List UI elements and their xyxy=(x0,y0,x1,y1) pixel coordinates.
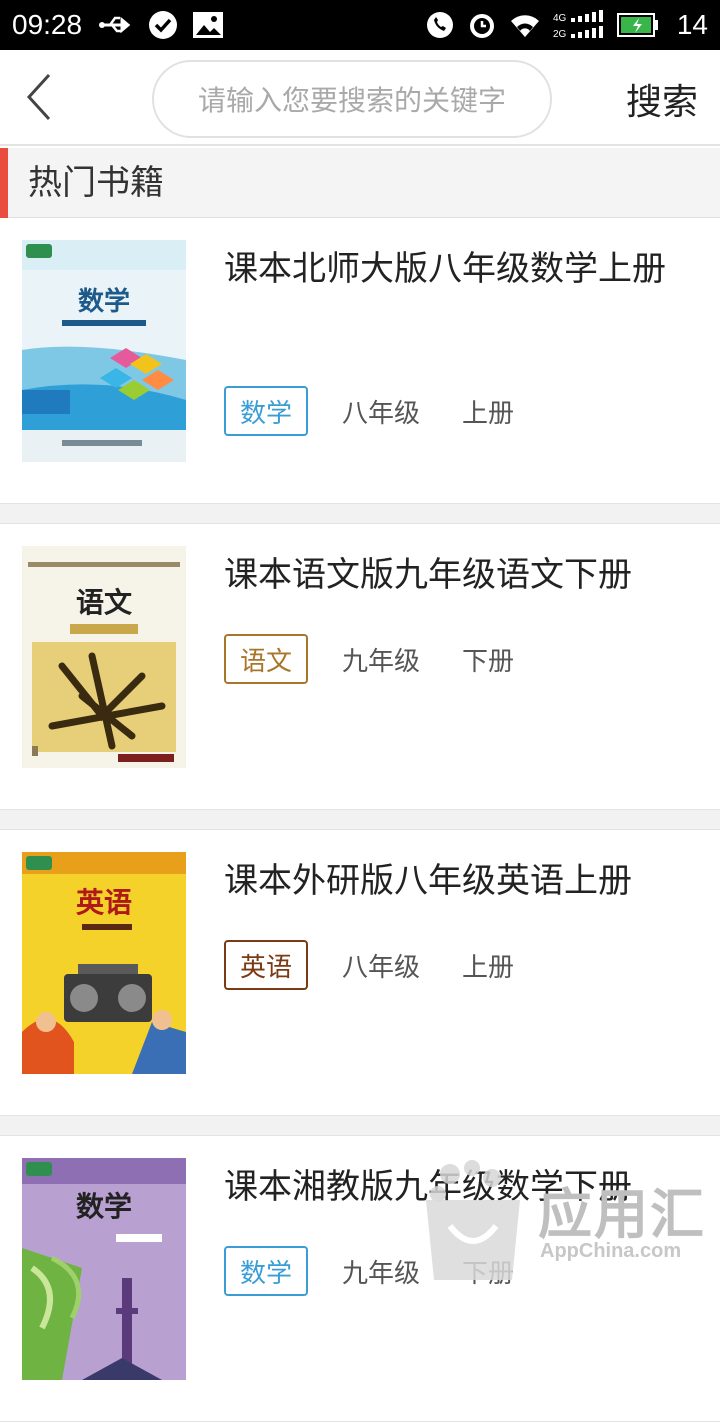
appchina-watermark: 应用汇 AppChina.com xyxy=(420,1156,720,1280)
book-tags: 语文 九年级 下册 xyxy=(224,634,514,684)
svg-text:数学: 数学 xyxy=(78,286,130,317)
book-cover-image: 英语 xyxy=(22,852,186,1074)
subject-tag: 英语 xyxy=(224,940,309,990)
volume-label: 上册 xyxy=(462,952,515,983)
signal-icon: 4G 2G xyxy=(553,10,605,40)
book-cover-image: 语文 xyxy=(22,546,186,768)
wifi-icon xyxy=(509,11,541,39)
book-item[interactable]: 英语 课本外研版八年级英语上册 英语 八年级 上册 xyxy=(0,830,720,1116)
book-item[interactable]: 语文 课本语文版九年级语文下册 语文 九年级 下册 xyxy=(0,524,720,810)
svg-text:英语: 英语 xyxy=(76,886,132,919)
top-bar: 请输入您要搜索的关键字 搜索 xyxy=(0,50,720,146)
subject-tag: 数学 xyxy=(224,1246,309,1296)
grade-label: 九年级 xyxy=(342,1258,421,1289)
svg-text:语文: 语文 xyxy=(76,586,132,619)
volume-label: 下册 xyxy=(462,646,515,677)
book-title: 课本北师大版八年级数学上册 xyxy=(224,249,666,289)
battery-percentage: 14 xyxy=(676,9,708,40)
watermark-url: AppChina.com xyxy=(540,1240,682,1262)
volume-label: 上册 xyxy=(462,398,515,429)
section-title: 热门书籍 xyxy=(28,163,164,203)
back-button[interactable] xyxy=(14,72,64,126)
search-button[interactable]: 搜索 xyxy=(612,72,712,126)
book-title: 课本语文版九年级语文下册 xyxy=(224,555,632,595)
usb-icon xyxy=(98,15,134,35)
book-item[interactable]: 数学 课本北师大版八年级数学上册 数学 八年级 上册 xyxy=(0,218,720,504)
list-divider xyxy=(0,1116,720,1136)
book-tags: 英语 八年级 上册 xyxy=(224,940,514,990)
status-time: 09:28 xyxy=(12,9,83,40)
grade-label: 八年级 xyxy=(342,952,421,983)
alarm-icon xyxy=(467,10,497,40)
svg-text:4G: 4G xyxy=(553,13,567,24)
chevron-left-icon xyxy=(24,73,54,125)
svg-text:数学: 数学 xyxy=(76,1190,132,1223)
call-icon xyxy=(425,10,455,40)
status-notification-icons xyxy=(98,10,224,40)
battery-icon xyxy=(616,13,659,37)
book-cover-image: 数学 xyxy=(22,1158,186,1380)
book-cover-image: 数学 xyxy=(22,240,186,462)
subject-tag: 数学 xyxy=(224,386,309,436)
search-input[interactable]: 请输入您要搜索的关键字 xyxy=(152,60,552,138)
list-divider xyxy=(0,504,720,524)
section-header: 热门书籍 xyxy=(0,148,720,218)
book-tags: 数学 八年级 上册 xyxy=(224,386,514,436)
grade-label: 九年级 xyxy=(342,646,421,677)
appchina-logo-icon xyxy=(420,1156,530,1284)
subject-tag: 语文 xyxy=(224,634,309,684)
book-title: 课本外研版八年级英语上册 xyxy=(224,861,632,901)
status-bar: 09:28 4G 2G 14 xyxy=(0,0,720,50)
image-icon xyxy=(192,11,224,39)
status-system-icons: 4G 2G 14 xyxy=(425,9,708,41)
section-accent-bar xyxy=(0,148,8,218)
grade-label: 八年级 xyxy=(342,398,421,429)
list-divider xyxy=(0,810,720,830)
watermark-text: 应用汇 xyxy=(538,1183,706,1246)
svg-text:2G: 2G xyxy=(553,29,567,40)
check-circle-icon xyxy=(148,10,178,40)
